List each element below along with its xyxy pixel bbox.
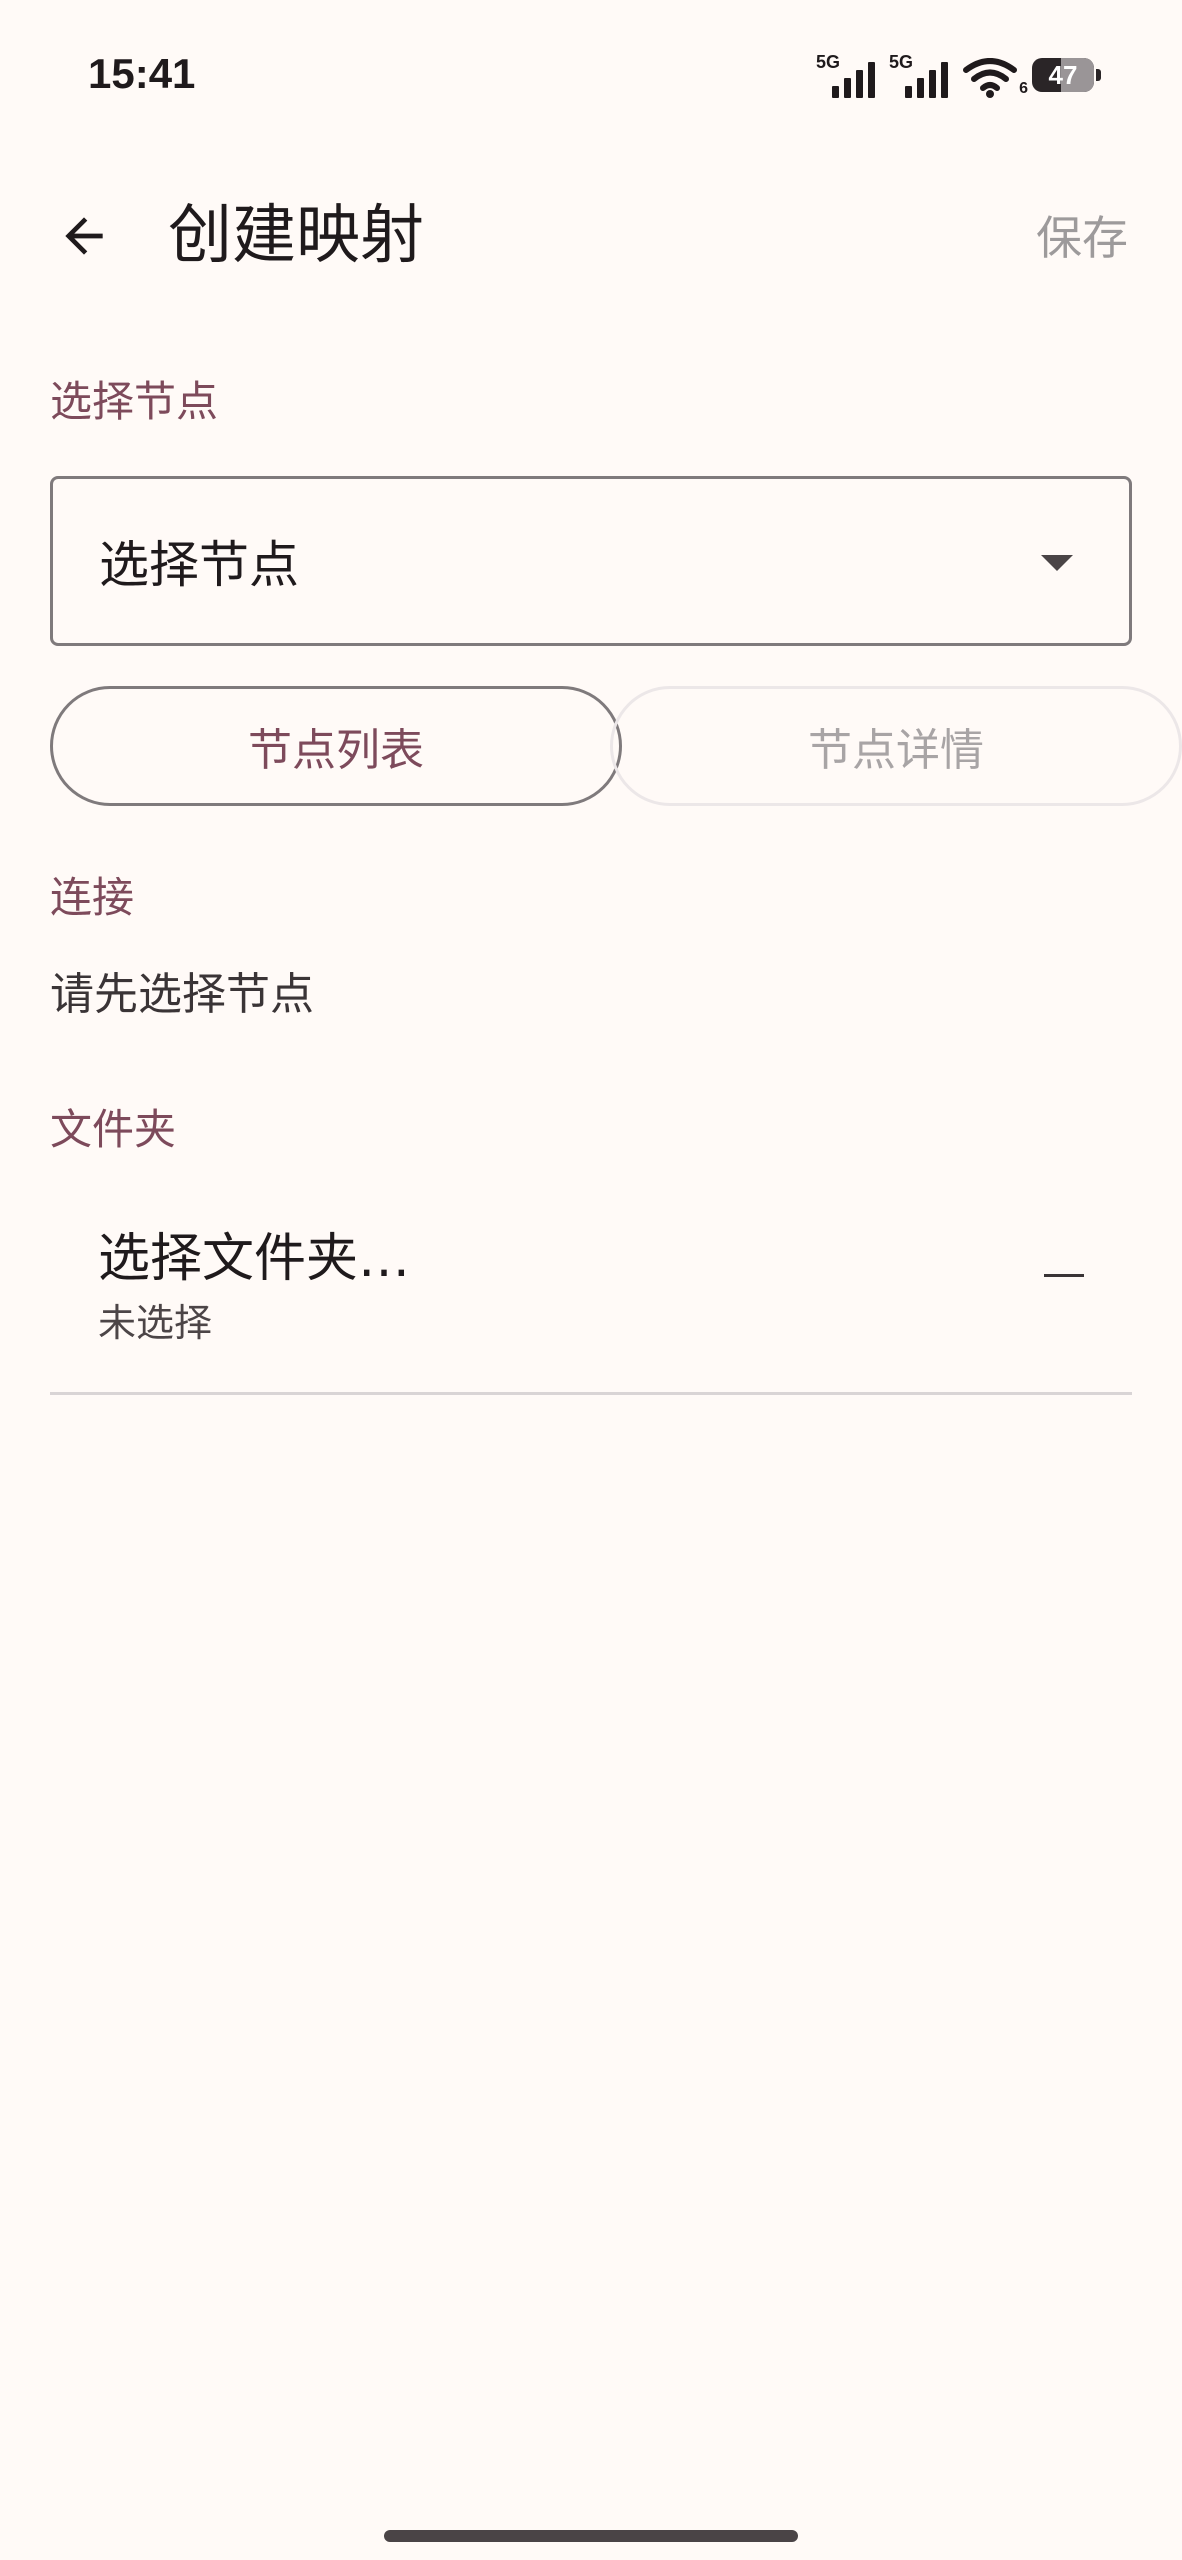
node-list-button-label: 节点列表 [248, 725, 424, 776]
dash-icon [1044, 1274, 1084, 1277]
battery-level: 47 [1048, 59, 1078, 90]
folder-select-subtitle: 未选择 [98, 1301, 213, 1345]
node-dropdown-value: 选择节点 [99, 536, 299, 594]
sim2-label: 5G [889, 52, 914, 72]
battery-icon: 47 [1032, 58, 1101, 92]
node-details-button[interactable]: 节点详情 [610, 686, 1182, 806]
sim1-label: 5G [816, 52, 841, 72]
status-time: 15:41 [88, 50, 196, 97]
node-details-button-label: 节点详情 [808, 725, 984, 776]
folder-section-label: 文件夹 [50, 1105, 177, 1154]
signal-icon: 5G [816, 52, 875, 98]
node-list-button[interactable]: 节点列表 [50, 686, 622, 806]
arrow-back-icon [65, 217, 103, 255]
connection-section-label: 连接 [50, 873, 135, 922]
wifi-icon: 6 [962, 52, 1028, 98]
page-title: 创建映射 [168, 199, 424, 273]
connection-message: 请先选择节点 [50, 969, 314, 1020]
save-button[interactable]: 保存 [1036, 210, 1128, 266]
folder-select-title: 选择文件夹… [98, 1229, 411, 1289]
back-button[interactable] [48, 200, 120, 272]
node-section-label: 选择节点 [50, 377, 219, 426]
wifi-badge: 6 [1019, 80, 1028, 97]
signal-icon: 5G [889, 52, 948, 98]
home-indicator[interactable] [384, 2530, 798, 2542]
arrow-drop-down-icon [1041, 555, 1073, 571]
divider [50, 1392, 1132, 1395]
node-dropdown[interactable]: 选择节点 [50, 476, 1132, 646]
folder-select-row[interactable]: 选择文件夹… 未选择 [50, 1200, 1132, 1390]
status-icons: 5G 5G 6 47 [816, 52, 1101, 98]
